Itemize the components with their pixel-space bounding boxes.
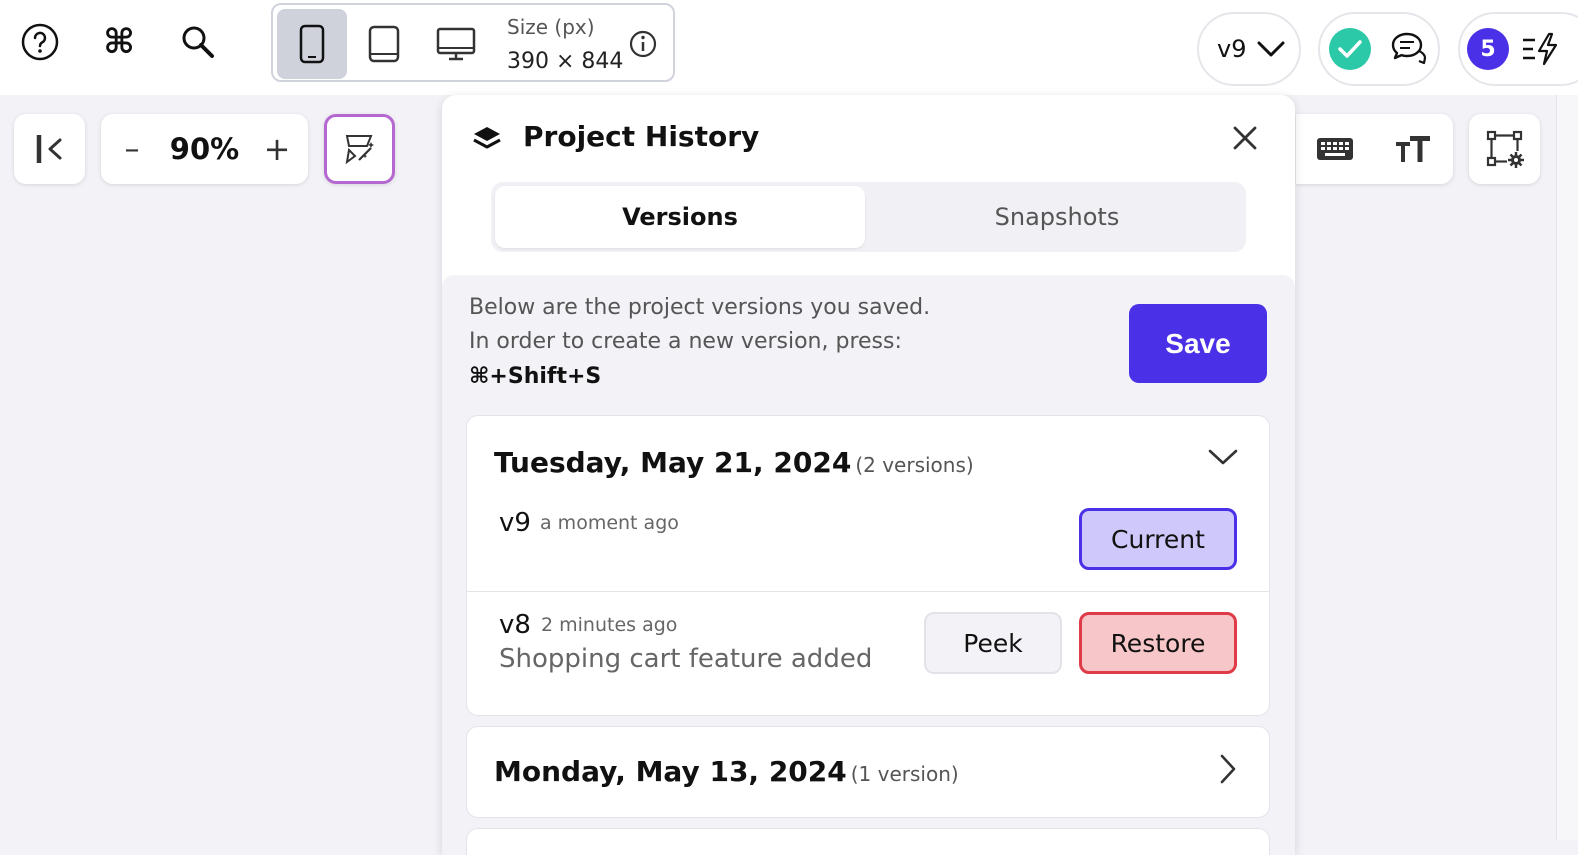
size-label: Size (px) (507, 15, 595, 39)
version-row-v9: v9 a moment ago Current (467, 506, 1269, 591)
version-time: a moment ago (540, 512, 679, 534)
intro-text: Below are the project versions you saved… (469, 291, 930, 359)
magic-wand-icon (345, 135, 374, 165)
intro-line-1: Below are the project versions you saved… (469, 295, 931, 320)
text-size-icon[interactable] (1394, 134, 1434, 164)
comments-icon[interactable] (1389, 31, 1429, 67)
version-name: v8 (499, 610, 531, 640)
check-status-icon[interactable] (1329, 28, 1371, 70)
day-date: Monday, May 13, 2024 (494, 755, 847, 788)
version-description: Shopping cart feature added (499, 644, 873, 674)
collapse-left-icon (36, 135, 61, 163)
restore-button[interactable]: Restore (1079, 612, 1237, 674)
version-time: 2 minutes ago (541, 614, 678, 636)
version-name: v9 (499, 508, 531, 538)
versions-content: Below are the project versions you saved… (442, 275, 1295, 855)
close-icon[interactable] (1232, 125, 1258, 151)
phone-icon (299, 24, 325, 64)
current-version-button[interactable]: Current (1079, 508, 1237, 570)
tablet-device-button[interactable] (349, 9, 419, 79)
peek-button[interactable]: Peek (924, 612, 1062, 674)
day-version-count: (1 version) (850, 762, 959, 786)
search-icon[interactable] (176, 20, 220, 64)
collaborators-group: 5 (1458, 12, 1578, 86)
help-icon[interactable] (18, 20, 62, 64)
zoom-out-button[interactable]: – (117, 132, 147, 167)
ai-design-button[interactable] (324, 114, 395, 184)
day-header: Monday, May 13, 2024 (1 version) (494, 755, 959, 788)
mobile-device-button[interactable] (277, 9, 347, 79)
keyboard-icon[interactable] (1315, 134, 1355, 164)
save-shortcut: ⌘+Shift+S (469, 364, 602, 389)
version-selector-label: v9 (1217, 35, 1247, 63)
chevron-down-icon (1257, 41, 1285, 57)
zoom-in-button[interactable]: + (262, 130, 292, 168)
size-value: 390 × 844 (507, 49, 624, 74)
history-tabs: Versions Snapshots (491, 182, 1246, 252)
day-group-partial (466, 828, 1270, 855)
nodes-settings-icon (1486, 130, 1524, 168)
chevron-right-icon[interactable] (1217, 753, 1239, 785)
tab-snapshots[interactable]: Snapshots (872, 186, 1242, 248)
layers-icon (473, 127, 501, 149)
info-icon[interactable] (628, 29, 658, 63)
user-count: 5 (1480, 36, 1496, 62)
version-selector[interactable]: v9 (1197, 12, 1301, 86)
desktop-device-button[interactable] (421, 9, 491, 79)
collapse-sidebar-button[interactable] (14, 114, 85, 184)
tab-versions[interactable]: Versions (495, 186, 865, 248)
zoom-level: 90% (169, 132, 240, 166)
zoom-control: – 90% + (101, 114, 308, 184)
monitor-icon (436, 27, 476, 61)
intro-line-2: In order to create a new version, press: (469, 329, 902, 354)
tablet-icon (368, 25, 400, 63)
day-version-count: (2 versions) (855, 453, 974, 477)
right-panel-edge (1556, 95, 1578, 840)
device-size-picker: Size (px) 390 × 844 (271, 3, 675, 82)
day-group-may-13[interactable]: Monday, May 13, 2024 (1 version) (466, 726, 1270, 818)
command-icon[interactable]: ⌘ (97, 20, 141, 64)
panel-title: Project History (523, 120, 760, 153)
component-settings-button[interactable] (1469, 114, 1540, 184)
day-group-may-21: Tuesday, May 21, 2024 (2 versions) v9 a m… (466, 415, 1270, 716)
status-comments-group (1318, 12, 1440, 86)
day-date: Tuesday, May 21, 2024 (494, 446, 852, 479)
chevron-down-icon[interactable] (1207, 446, 1239, 468)
day-header[interactable]: Tuesday, May 21, 2024 (2 versions) (494, 446, 974, 479)
project-history-panel: Project History Versions Snapshots Below… (442, 95, 1295, 855)
activity-icon[interactable] (1521, 32, 1561, 66)
top-bar: ⌘ Size (px) 390 × 844 v9 5 (0, 0, 1578, 95)
canvas-tools (1296, 114, 1453, 184)
save-version-button[interactable]: Save (1129, 304, 1267, 383)
version-row-v8: v8 2 minutes ago Shopping cart feature a… (467, 592, 1269, 716)
user-count-badge[interactable]: 5 (1467, 28, 1509, 70)
